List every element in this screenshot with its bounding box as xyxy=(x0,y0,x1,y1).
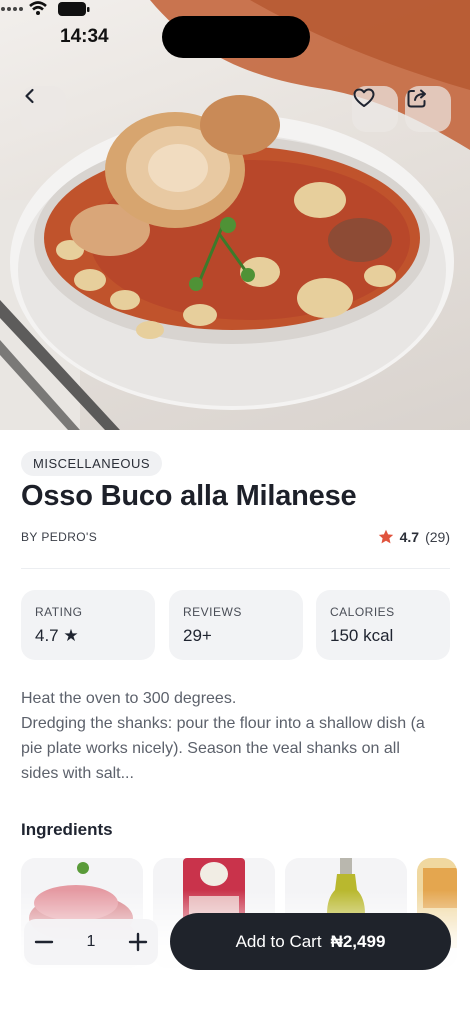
favorite-button[interactable] xyxy=(352,86,398,132)
stat-value: 29+ xyxy=(183,626,212,645)
increase-quantity-button[interactable] xyxy=(118,919,158,965)
signal-icon xyxy=(1,7,23,11)
stat-card-reviews[interactable]: REVIEWS 29+ xyxy=(169,590,303,660)
cart-price: ₦2,499 xyxy=(330,931,386,951)
minus-icon xyxy=(34,940,54,944)
add-to-cart-button[interactable]: Add to Cart ₦2,499 xyxy=(170,913,451,970)
vendor-name[interactable]: BY PEDRO'S xyxy=(21,530,97,544)
dish-title: Osso Buco alla Milanese xyxy=(21,480,357,512)
stat-value: 4.7 ★ xyxy=(35,626,79,645)
dish-description: Heat the oven to 300 degrees. Dredging t… xyxy=(21,690,425,782)
decrease-quantity-button[interactable] xyxy=(24,919,64,965)
rating-count: (29) xyxy=(425,529,450,545)
quantity-value: 1 xyxy=(86,933,96,950)
stat-value: 150 kcal xyxy=(330,626,394,645)
share-icon xyxy=(407,89,426,108)
stat-card-calories: CALORIES 150 kcal xyxy=(316,590,450,660)
ingredients-heading: Ingredients xyxy=(21,820,113,839)
heart-icon xyxy=(353,88,375,107)
rating-value: 4.7 xyxy=(399,529,420,545)
status-icons xyxy=(1,1,90,16)
rating-summary[interactable]: 4.7 (29) xyxy=(378,529,450,545)
stat-label: RATING xyxy=(35,605,83,619)
back-button[interactable] xyxy=(20,86,66,132)
quantity-stepper[interactable]: 1 xyxy=(24,919,158,965)
category-chip[interactable]: MISCELLANEOUS xyxy=(21,451,163,476)
share-button[interactable] xyxy=(405,86,451,132)
add-to-cart-label: Add to Cart xyxy=(235,931,322,951)
chevron-left-icon xyxy=(25,88,34,104)
stat-card-rating: RATING 4.7 ★ xyxy=(21,590,155,660)
battery-icon xyxy=(58,2,90,16)
status-bar: 14:34 xyxy=(0,0,470,72)
star-icon xyxy=(378,529,393,544)
dish-hero-image: 14:34 xyxy=(0,0,470,430)
wifi-icon xyxy=(29,1,47,15)
stat-label: REVIEWS xyxy=(183,605,242,619)
plus-icon xyxy=(128,932,148,952)
divider xyxy=(21,568,450,569)
stat-label: CALORIES xyxy=(330,605,395,619)
dynamic-island xyxy=(162,16,310,58)
status-time: 14:34 xyxy=(60,26,109,47)
